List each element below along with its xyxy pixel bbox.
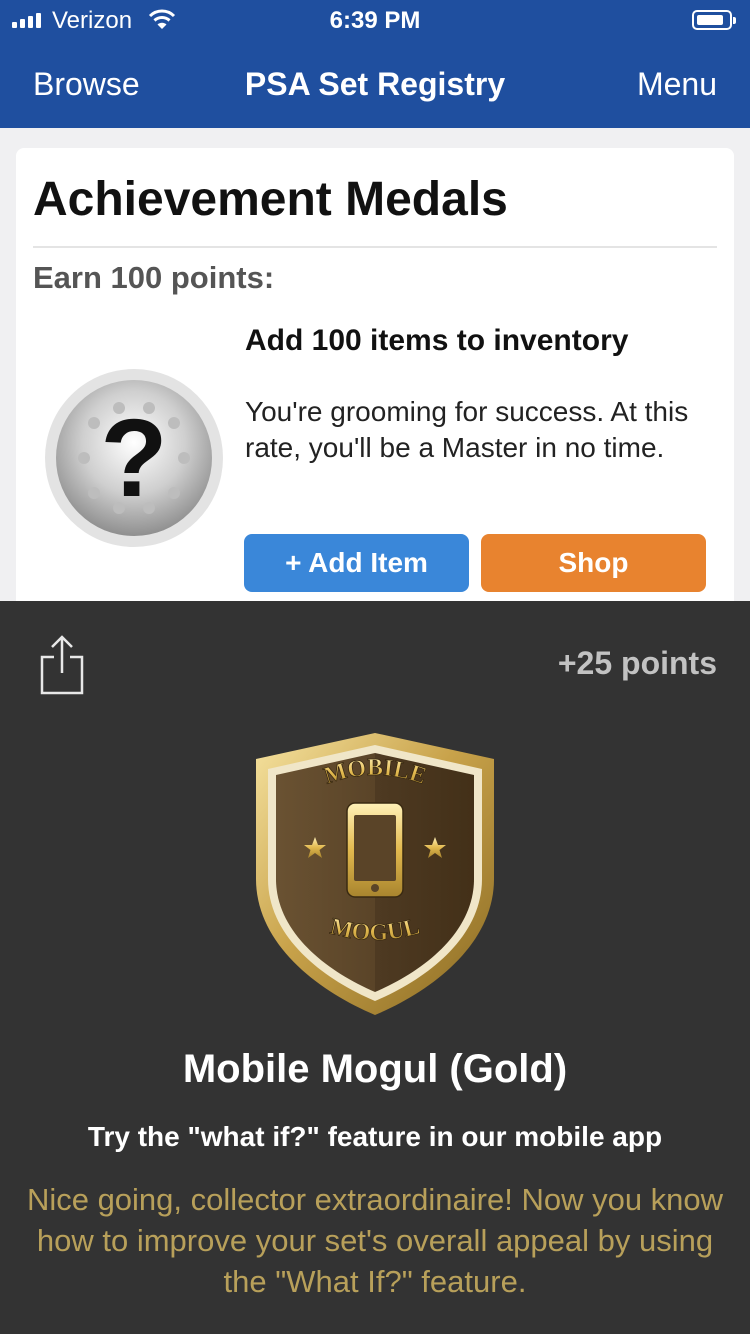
top-bar: Verizon 6:39 PM Browse PSA Set Registry … — [0, 0, 750, 128]
share-icon[interactable] — [38, 633, 86, 695]
achievement-card: Achievement Medals Earn 100 points: ? Ad… — [16, 148, 734, 618]
add-item-button[interactable]: + Add Item — [244, 534, 469, 592]
earn-points-label: Earn 100 points: — [33, 260, 275, 295]
medal-task: Try the "what if?" feature in our mobile… — [87, 1121, 663, 1152]
page-title: Achievement Medals — [33, 173, 508, 226]
medal-message: Nice going, collector extraordinaire! No… — [26, 1182, 724, 1299]
achievement-description: You're grooming for success. At this rat… — [245, 396, 689, 463]
points-label: +25 points — [557, 645, 717, 681]
divider — [33, 246, 717, 248]
status-time: 6:39 PM — [329, 7, 421, 34]
menu-button[interactable]: Menu — [637, 66, 717, 103]
shop-button[interactable]: Shop — [481, 534, 706, 592]
achievement-title: Add 100 items to inventory — [245, 324, 629, 357]
svg-text:?: ? — [100, 397, 167, 520]
status-bar: Verizon 6:39 PM — [0, 0, 750, 40]
mystery-medal-icon: ? — [45, 369, 223, 547]
medal-name: Mobile Mogul (Gold) — [182, 1047, 568, 1091]
medal-popup: +25 points MOBILE MOGUL Mobile Mogul (Go… — [0, 601, 750, 1334]
battery-icon — [692, 10, 736, 30]
mobile-mogul-badge-icon: MOBILE MOGUL — [256, 733, 494, 1015]
